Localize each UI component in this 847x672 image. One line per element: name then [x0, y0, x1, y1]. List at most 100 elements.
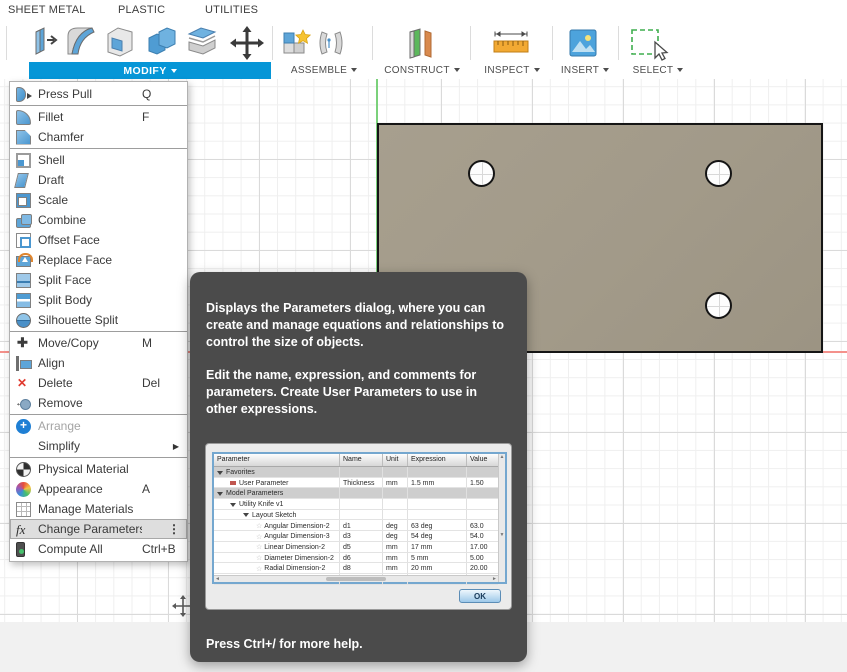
parameter-label: Angular Dimension-3 [264, 533, 329, 540]
scale-icon [16, 193, 31, 208]
tab-plastic[interactable]: PLASTIC [118, 4, 165, 16]
arrange-icon [16, 419, 31, 434]
parameter-row-radial-dimension-2: ☆Radial Dimension-2d8mm20 mm20.00 [214, 563, 498, 574]
menu-item-label: Press Pull [38, 87, 142, 101]
star-icon: ☆ [256, 543, 262, 551]
insert-image-icon[interactable] [567, 28, 599, 58]
construct-label: CONSTRUCT [384, 65, 449, 76]
unit-cell [383, 467, 408, 477]
delete-icon [16, 376, 31, 391]
fillet-icon[interactable] [64, 24, 98, 60]
menu-item-split-face[interactable]: Split Face [10, 270, 187, 290]
select-icon[interactable] [628, 26, 674, 62]
joint-icon[interactable] [316, 28, 346, 58]
menu-item-move-copy[interactable]: Move/CopyM [10, 333, 187, 353]
combine-icon[interactable] [145, 24, 179, 60]
name-cell: d5 [340, 542, 383, 552]
menu-item-remove[interactable]: Remove [10, 393, 187, 413]
parameter-row-model-parameters: Model Parameters [214, 488, 498, 499]
menu-item-align[interactable]: Align [10, 353, 187, 373]
parameter-label: Diameter Dimension-2 [264, 555, 334, 562]
unit-cell [383, 499, 408, 509]
move-copy-icon [16, 336, 31, 351]
menu-separator [10, 148, 187, 149]
menu-item-offset-face[interactable]: Offset Face [10, 230, 187, 250]
move-icon[interactable] [228, 24, 266, 62]
menu-item-scale[interactable]: Scale [10, 190, 187, 210]
menu-item-physical-material[interactable]: Physical Material [10, 459, 187, 479]
triangle-down-icon [243, 513, 249, 517]
new-component-icon[interactable] [281, 28, 313, 58]
menu-item-shortcut: Del [142, 376, 160, 390]
menu-item-manage-materials[interactable]: Manage Materials [10, 499, 187, 519]
menu-item-label: Fillet [38, 110, 142, 124]
menu-item-label: Split Body [38, 293, 142, 307]
menu-separator [10, 457, 187, 458]
parameters-table-body: FavoritesUser ParameterThicknessmm1.5 mm… [214, 467, 505, 585]
menu-item-label: Delete [38, 376, 142, 390]
menu-item-label: Physical Material [38, 462, 142, 476]
menu-item-label: Shell [38, 153, 142, 167]
offset-face-icon [16, 233, 31, 248]
shell-icon [16, 153, 31, 168]
menu-item-label: Move/Copy [38, 336, 142, 350]
menu-item-replace-face[interactable]: Replace Face [10, 250, 187, 270]
menu-item-change-parameters[interactable]: Change Parameters⋮ [10, 519, 187, 539]
menu-item-label: Chamfer [38, 130, 142, 144]
menu-separator [10, 331, 187, 332]
menu-item-simplify[interactable]: Simplify▶ [10, 436, 187, 456]
hole-bottom-right [705, 292, 732, 319]
menu-item-label: Simplify [38, 439, 142, 453]
expression-cell: 1.5 mm [408, 478, 467, 488]
shell-icon[interactable] [103, 24, 137, 60]
tab-utilities[interactable]: UTILITIES [205, 4, 258, 16]
construct-plane-icon[interactable] [404, 26, 438, 60]
select-menu-button[interactable]: SELECT [622, 62, 694, 78]
menu-item-combine[interactable]: Combine [10, 210, 187, 230]
parameter-row-user-parameter: User ParameterThicknessmm1.5 mm1.50 [214, 478, 498, 489]
menu-item-chamfer[interactable]: Chamfer [10, 127, 187, 147]
parameter-cell: ☆Diameter Dimension-2 [214, 553, 340, 563]
modify-menu-button[interactable]: MODIFY [29, 62, 271, 79]
hole-top-right [705, 160, 732, 187]
menu-item-press-pull[interactable]: Press PullQ [10, 84, 187, 104]
expression-cell: 20 mm [408, 563, 467, 573]
select-label: SELECT [633, 65, 674, 76]
menu-item-silhouette-split[interactable]: Silhouette Split [10, 310, 187, 330]
assemble-label: ASSEMBLE [291, 65, 347, 76]
menu-item-shortcut: Ctrl+B [142, 542, 176, 556]
inspect-menu-button[interactable]: INSPECT [474, 62, 550, 78]
construct-menu-button[interactable]: CONSTRUCT [376, 62, 468, 78]
measure-icon[interactable] [491, 30, 531, 56]
insert-menu-button[interactable]: INSERT [554, 62, 616, 78]
tooltip-footer: Press Ctrl+/ for more help. [206, 637, 363, 651]
unit-cell: deg [383, 531, 408, 541]
menu-item-delete[interactable]: DeleteDel [10, 373, 187, 393]
expression-cell: 17 mm [408, 542, 467, 552]
expression-cell [408, 488, 467, 498]
menu-item-compute-all[interactable]: Compute AllCtrl+B [10, 539, 187, 559]
more-options-icon[interactable]: ⋮ [168, 522, 180, 536]
caret-down-icon [534, 68, 540, 72]
menu-item-label: Replace Face [38, 253, 142, 267]
toolbar: MODIFY ASSEMBLE CONSTRUCT INSPECT INSERT… [0, 22, 847, 79]
menu-item-draft[interactable]: Draft [10, 170, 187, 190]
tooltip-paragraph: Displays the Parameters dialog, where yo… [206, 300, 511, 350]
column-header-value: Value [467, 454, 498, 466]
menu-item-fillet[interactable]: FilletF [10, 107, 187, 127]
menu-item-appearance[interactable]: AppearanceA [10, 479, 187, 499]
value-cell [467, 499, 498, 509]
star-icon: ☆ [256, 522, 262, 530]
parameter-row-angular-dimension-3: ☆Angular Dimension-3d3deg54 deg54.0 [214, 531, 498, 542]
press-pull-icon[interactable] [30, 24, 64, 60]
unit-cell [383, 488, 408, 498]
blank-icon [16, 439, 31, 454]
name-cell: d1 [340, 520, 383, 530]
split-body-icon[interactable] [185, 24, 219, 60]
menu-item-split-body[interactable]: Split Body [10, 290, 187, 310]
assemble-menu-button[interactable]: ASSEMBLE [276, 62, 372, 78]
menu-item-shell[interactable]: Shell [10, 150, 187, 170]
parameter-label: Layout Sketch [252, 512, 296, 519]
tab-sheet-metal[interactable]: SHEET METAL [8, 4, 86, 16]
parameter-label: User Parameter [239, 480, 288, 487]
